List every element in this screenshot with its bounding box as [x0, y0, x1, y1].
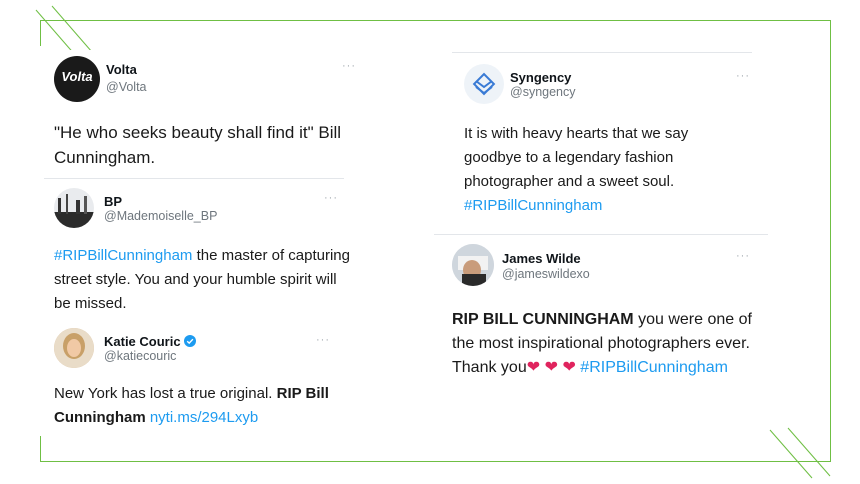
heart-icon: ❤	[526, 359, 541, 376]
author-name[interactable]: BP	[104, 194, 122, 209]
more-icon[interactable]: ···	[324, 192, 338, 204]
tweet-text-bold: RIP BILL CUNNINGHAM	[452, 311, 634, 328]
frame-right-line	[830, 20, 831, 462]
hashtag-link[interactable]: #RIPBillCunningham	[580, 359, 728, 376]
tweet-katie-couric[interactable]: Katie Couric @katiecouric ··· New York h…	[44, 324, 354, 434]
heart-icon: ❤	[562, 359, 576, 376]
tweet-link[interactable]: nyti.ms/294Lxyb	[150, 409, 258, 426]
author-name[interactable]: James Wilde	[502, 251, 581, 266]
more-icon[interactable]: ···	[736, 70, 750, 82]
avatar[interactable]	[54, 188, 94, 228]
divider	[434, 234, 768, 235]
hashtag-link[interactable]: #RIPBillCunningham	[464, 197, 602, 214]
author-handle[interactable]: @Volta	[106, 80, 147, 94]
verified-badge-icon	[184, 335, 197, 347]
avatar[interactable]	[464, 64, 504, 104]
more-icon[interactable]: ···	[736, 250, 750, 262]
author-handle[interactable]: @katiecouric	[104, 349, 176, 363]
tweet-text-start: New York has lost a true original.	[54, 385, 277, 402]
photo-avatar-icon	[54, 194, 94, 228]
tweet-text: It is with heavy hearts that we say good…	[464, 122, 734, 218]
tweet-text: New York has lost a true original. RIP B…	[54, 382, 344, 430]
frame-bottom-line	[40, 461, 830, 462]
divider	[452, 52, 752, 53]
author-name[interactable]: Syngency	[510, 70, 571, 85]
tweet-text: "He who seeks beauty shall find it" Bill…	[54, 123, 342, 167]
tweet-bp[interactable]: BP @Mademoiselle_BP ··· #RIPBillCunningh…	[44, 182, 354, 317]
avatar[interactable]	[54, 328, 94, 368]
person-avatar-icon	[452, 244, 494, 286]
person-avatar-icon	[54, 328, 94, 368]
syngency-logo-icon	[472, 72, 496, 96]
corner-slash-bottom-right	[769, 427, 831, 479]
tweet-text: RIP BILL CUNNINGHAM you were one of the …	[452, 308, 752, 380]
author-name-text: Katie Couric	[104, 334, 181, 349]
tweet-text-main: It is with heavy hearts that we say good…	[464, 125, 689, 190]
avatar[interactable]: Volta	[54, 56, 100, 102]
author-handle[interactable]: @syngency	[510, 85, 576, 99]
author-name[interactable]: Katie Couric	[104, 334, 197, 349]
divider	[44, 178, 344, 179]
tweet-james-wilde[interactable]: James Wilde @jameswildexo ··· RIP BILL C…	[440, 238, 760, 418]
author-handle[interactable]: @Mademoiselle_BP	[104, 209, 217, 223]
hashtag-link[interactable]: #RIPBillCunningham	[54, 247, 192, 264]
frame-top-line	[40, 20, 830, 21]
author-name[interactable]: Volta	[106, 62, 137, 77]
tweet-text: #RIPBillCunningham the master of capturi…	[54, 244, 354, 316]
frame-left-bottom-line	[40, 436, 41, 462]
tweet-syngency[interactable]: Syngency @syngency ··· It is with heavy …	[452, 56, 762, 226]
avatar[interactable]	[452, 244, 494, 286]
tweet-volta[interactable]: Volta Volta @Volta ··· "He who seeks bea…	[44, 50, 364, 180]
heart-icon: ❤	[544, 359, 558, 376]
more-icon[interactable]: ···	[316, 334, 330, 346]
avatar-logo-text: Volta	[61, 69, 93, 84]
author-handle[interactable]: @jameswildexo	[502, 267, 590, 281]
more-icon[interactable]: ···	[342, 60, 356, 72]
